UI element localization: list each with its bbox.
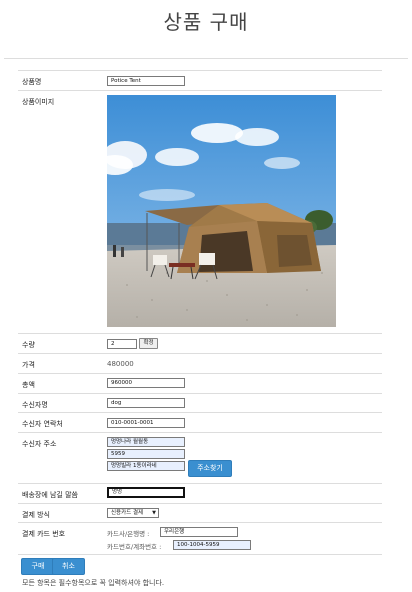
product-name-label: 상품명	[22, 78, 42, 86]
row-divider	[18, 483, 382, 484]
product-name-field[interactable]: Potice Tent	[107, 76, 185, 86]
title-divider	[4, 58, 408, 59]
address-line1-input[interactable]: 멍멍나라 월월동	[107, 437, 185, 447]
quantity-input[interactable]: 2	[107, 339, 137, 349]
quantity-confirm-button[interactable]: 확정	[139, 338, 158, 349]
card-number-input[interactable]: 100-1004-5959	[173, 540, 251, 550]
row-divider	[18, 522, 382, 523]
row-divider	[18, 353, 382, 354]
card-number-label: 카드번호/계좌번호 :	[107, 543, 162, 551]
payment-method-select[interactable]: 신용카드 결제 ▼	[107, 508, 159, 518]
row-divider	[18, 393, 382, 394]
address-line3-input[interactable]: 멍멍빌라 1동이라네	[107, 461, 185, 471]
card-label: 결제 카드 번호	[22, 530, 66, 538]
address-label: 수신자 주소	[22, 440, 57, 448]
product-image-label: 상품이미지	[22, 98, 55, 106]
contact-input[interactable]: 010-0001-0001	[107, 418, 185, 428]
payment-method-selected: 신용카드 결제	[111, 510, 144, 516]
recipient-label: 수신자명	[22, 401, 48, 409]
row-divider	[18, 373, 382, 374]
message-input[interactable]: 멍멍	[107, 487, 185, 498]
total-field[interactable]: 960000	[107, 378, 185, 388]
card-company-input[interactable]: 우리은행	[160, 527, 238, 537]
row-divider	[18, 70, 382, 71]
row-divider	[18, 333, 382, 334]
recipient-input[interactable]: dog	[107, 398, 185, 408]
chevron-down-icon: ▼	[152, 510, 156, 516]
row-divider	[18, 554, 382, 555]
message-label: 배송장에 남길 말씀	[22, 491, 78, 499]
row-divider	[18, 432, 382, 433]
card-company-label: 카드사/은행명 :	[107, 530, 150, 538]
total-label: 총액	[22, 381, 35, 389]
row-divider	[18, 503, 382, 504]
product-image	[107, 95, 336, 327]
payment-method-label: 결제 방식	[22, 511, 50, 519]
quantity-label: 수량	[22, 341, 35, 349]
find-address-button[interactable]: 주소찾기	[188, 460, 232, 477]
cancel-button[interactable]: 취소	[52, 558, 85, 575]
price-label: 가격	[22, 361, 35, 369]
address-line2-input[interactable]: 5959	[107, 449, 185, 459]
row-divider	[18, 412, 382, 413]
purchase-button[interactable]: 구매	[21, 558, 55, 575]
page-title: 상품 구매	[163, 10, 249, 34]
price-value: 480000	[107, 360, 134, 368]
contact-label: 수신자 연락처	[22, 420, 63, 428]
row-divider	[18, 90, 382, 91]
required-fields-note: 모든 항목은 필수항목으로 꼭 입력하셔야 합니다.	[22, 579, 165, 587]
